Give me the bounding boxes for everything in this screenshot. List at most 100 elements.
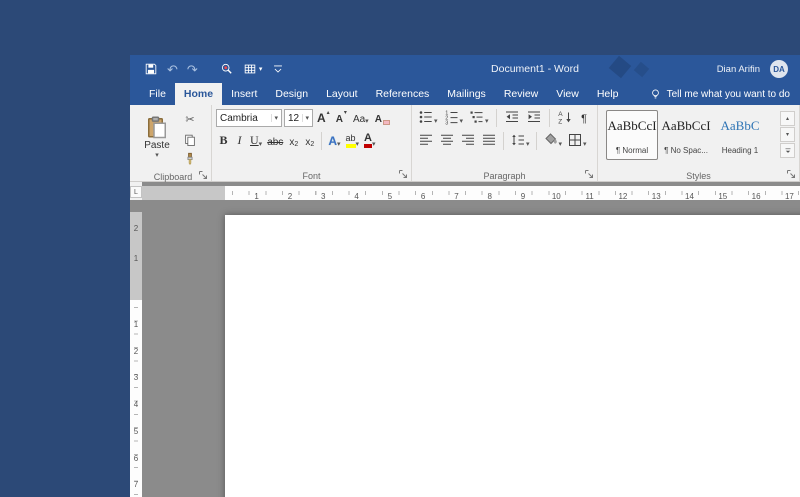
tab-home[interactable]: Home	[174, 83, 223, 105]
align-right-button[interactable]	[458, 132, 478, 150]
caret-down-icon: ▾	[785, 132, 789, 138]
highlight-button[interactable]: ab ▾	[344, 132, 362, 150]
cut-button[interactable]: ✂	[180, 112, 200, 129]
ruler-number: 1	[254, 192, 259, 201]
numbered-list-icon	[444, 109, 460, 125]
dialog-launcher-icon[interactable]	[786, 169, 796, 179]
font-color-label: A	[364, 132, 372, 148]
paragraph-group: ▾ ▾ ▾ ¶ ▾ ▾ ▾ Paragraph	[412, 105, 598, 181]
styles-more-button[interactable]	[780, 143, 795, 158]
undo-button[interactable]: ↶	[167, 59, 178, 79]
sort-button[interactable]	[555, 109, 575, 127]
tab-review[interactable]: Review	[495, 83, 547, 105]
copy-button[interactable]	[180, 131, 200, 148]
font-group: Cambria ▾ 12 ▾ A ▴ A ▾ Aa ▾ A B I U ▾ ab…	[212, 105, 412, 181]
divider	[548, 109, 550, 127]
h-ruler[interactable]: 1 2 3 4 5 6 7 8 9 10 11 12 13 14 15 16 17	[142, 186, 800, 201]
v-ruler[interactable]: 2 1 1 2 3 4 5 6 7	[130, 200, 142, 497]
caret-down-icon: ▾	[258, 66, 263, 73]
font-name-select[interactable]: Cambria ▾	[216, 109, 282, 127]
font-group-footer: Font	[212, 166, 411, 181]
shading-icon	[543, 132, 559, 148]
style-card-normal[interactable]: AaBbCcI ¶ Normal	[606, 110, 658, 160]
titlebar-decoration	[608, 55, 632, 79]
tab-help[interactable]: Help	[588, 83, 628, 105]
shading-button[interactable]: ▾	[541, 132, 565, 150]
font-size-select[interactable]: 12 ▾	[284, 109, 313, 127]
tab-view[interactable]: View	[547, 83, 588, 105]
decrease-indent-button[interactable]	[502, 109, 522, 127]
strikethrough-button[interactable]: abc	[265, 132, 285, 150]
tab-mailings[interactable]: Mailings	[438, 83, 495, 105]
numbering-button[interactable]: ▾	[442, 109, 466, 127]
caret-down-icon: ▾	[558, 141, 563, 148]
show-formatting-button[interactable]: ¶	[577, 109, 592, 127]
align-left-button[interactable]	[416, 132, 436, 150]
table-button[interactable]: ▾	[243, 59, 263, 79]
styles-gallery: AaBbCcI ¶ Normal AaBbCcI ¶ No Spac... Aa…	[598, 105, 799, 160]
multilevel-list-button[interactable]: ▾	[467, 109, 491, 127]
bold-button[interactable]: B	[216, 132, 231, 150]
align-center-button[interactable]	[437, 132, 457, 150]
clear-formatting-label: A	[374, 114, 382, 125]
change-case-button[interactable]: Aa ▾	[351, 109, 371, 127]
clipboard-group: Paste ▾ ✂ Clipboard	[135, 105, 212, 182]
format-painter-button[interactable]	[180, 150, 200, 167]
avatar[interactable]: DA	[770, 60, 788, 78]
user-name[interactable]: Dian Arifin	[717, 55, 760, 83]
tab-references[interactable]: References	[367, 83, 439, 105]
style-card-no-spacing[interactable]: AaBbCcI ¶ No Spac...	[660, 110, 712, 160]
tab-file[interactable]: File	[140, 83, 175, 105]
font-color-button[interactable]: A ▾	[362, 132, 377, 150]
text-effects-button[interactable]: A ▾	[326, 132, 342, 150]
shrink-font-label: A	[335, 114, 343, 125]
tab-design[interactable]: Design	[266, 83, 317, 105]
shrink-font-button[interactable]: A ▾	[334, 109, 349, 127]
grow-font-button[interactable]: A ▴	[315, 109, 332, 127]
redo-button[interactable]: ↷	[187, 59, 198, 79]
tab-selector[interactable]: L	[130, 186, 142, 198]
justify-button[interactable]	[479, 132, 499, 150]
tab-layout[interactable]: Layout	[317, 83, 367, 105]
style-sample: AaBbCcI	[607, 118, 657, 133]
magnifier-icon	[220, 62, 234, 76]
ruler-number: 9	[520, 192, 526, 201]
borders-button[interactable]: ▾	[565, 132, 589, 150]
divider	[495, 109, 497, 127]
ribbon-tab-bar: File Home Insert Design Layout Reference…	[130, 83, 800, 105]
increase-indent-button[interactable]	[524, 109, 544, 127]
dialog-launcher-icon[interactable]	[584, 169, 594, 179]
copy-icon	[183, 133, 197, 147]
caret-down-icon: ▾	[485, 118, 489, 125]
clear-formatting-button[interactable]: A	[373, 109, 392, 127]
subscript-button[interactable]: x2	[286, 132, 301, 150]
superscript-button[interactable]: x2	[302, 132, 317, 150]
line-spacing-button[interactable]: ▾	[508, 132, 532, 150]
dialog-launcher-icon[interactable]	[398, 169, 408, 179]
table-icon	[243, 62, 257, 76]
tab-insert[interactable]: Insert	[222, 83, 266, 105]
style-name: ¶ No Spac...	[664, 146, 708, 155]
desktop: ↶ ↷ ▾ Document1 - Word Dian Arifin DA Fi…	[0, 0, 800, 497]
style-card-heading1[interactable]: AaBbC Heading 1	[714, 110, 766, 160]
caret-down-icon: ▾	[459, 118, 464, 125]
save-button[interactable]	[144, 59, 158, 79]
underline-button[interactable]: U ▾	[248, 132, 264, 150]
tell-me-box[interactable]: Tell me what you want to do	[649, 83, 800, 105]
ruler-number: 14	[685, 192, 694, 201]
ruler-number: 6	[133, 453, 139, 463]
italic-button[interactable]: I	[232, 132, 247, 150]
editor-button[interactable]	[220, 59, 234, 79]
format-painter-icon	[183, 152, 197, 166]
window-title: Document1 - Word	[491, 63, 579, 75]
style-name: ¶ Normal	[615, 146, 649, 155]
document-page[interactable]	[225, 215, 800, 497]
paste-button[interactable]: Paste ▾	[140, 110, 174, 164]
bullets-button[interactable]: ▾	[416, 109, 440, 127]
scroll-up-button[interactable]: ▴	[780, 111, 795, 126]
ruler-number: 2	[133, 224, 139, 233]
dialog-launcher-icon[interactable]	[198, 170, 208, 180]
customize-qat-button[interactable]	[271, 59, 285, 79]
ruler-number: 7	[133, 480, 139, 490]
scroll-down-button[interactable]: ▾	[780, 127, 795, 142]
